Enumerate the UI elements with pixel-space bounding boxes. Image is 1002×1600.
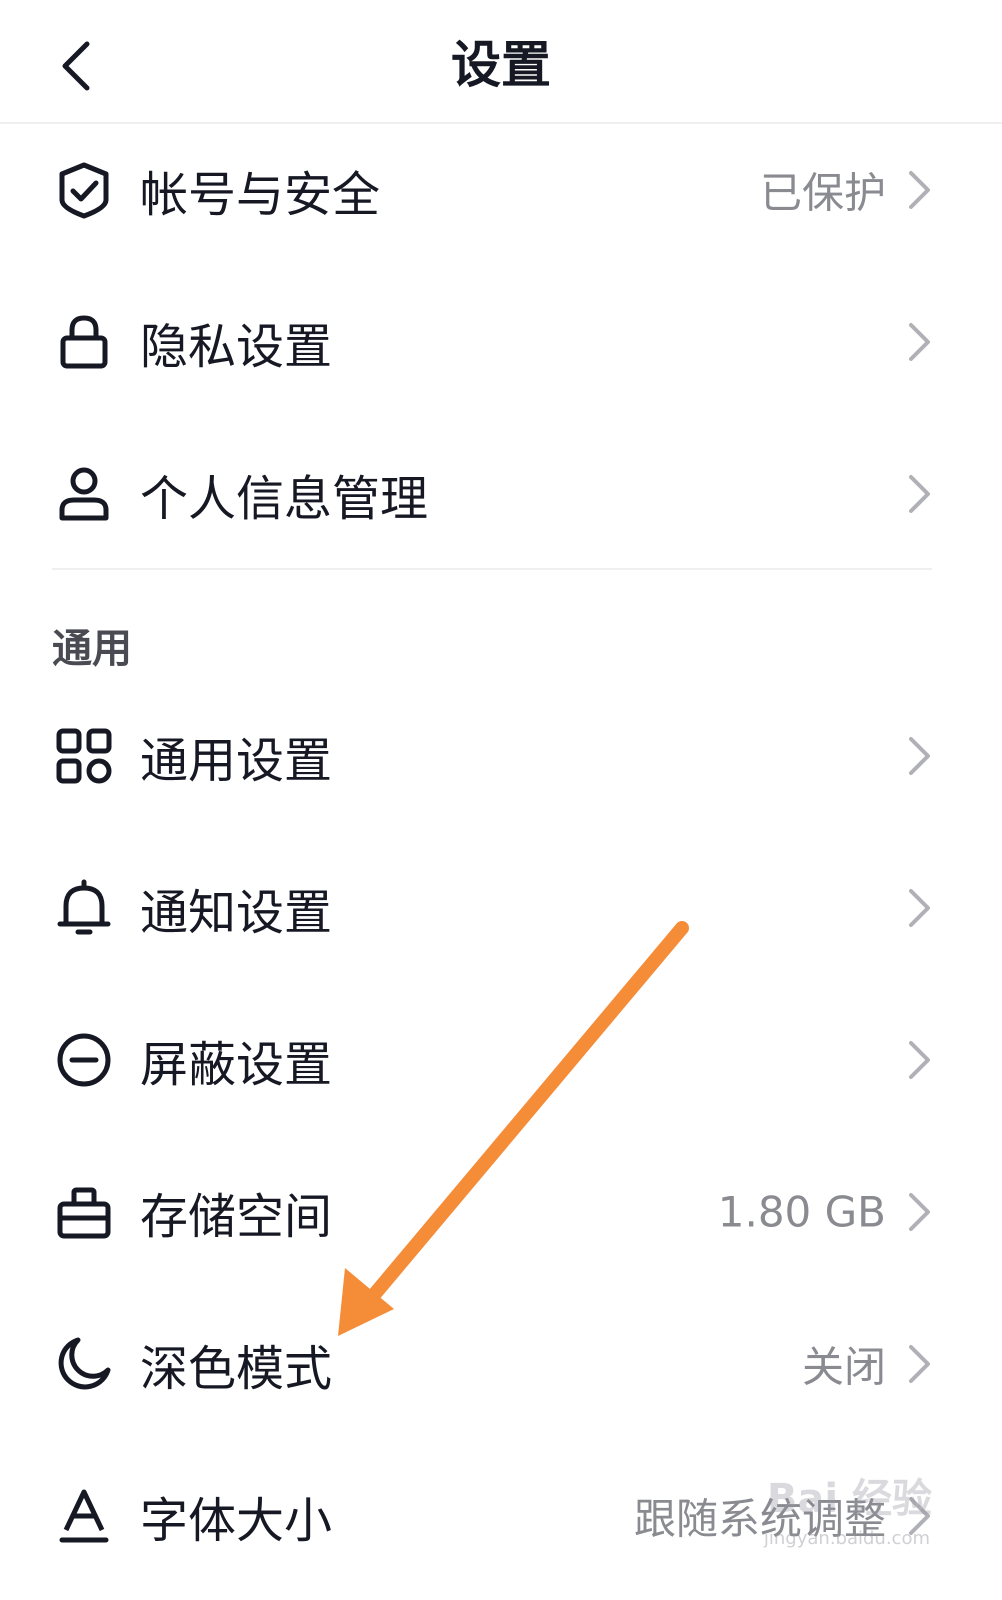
section-title-general: 通用: [52, 626, 132, 672]
storage-box-icon: [50, 1178, 118, 1246]
settings-row-account-security[interactable]: 帐号与安全 已保护: [0, 114, 1002, 266]
settings-row-privacy[interactable]: 隐私设置: [0, 266, 1002, 418]
row-label: 屏蔽设置: [140, 1037, 333, 1093]
moon-icon: [50, 1330, 118, 1398]
row-label: 通知设置: [140, 885, 333, 941]
settings-row-storage[interactable]: 存储空间 1.80 GB: [0, 1136, 1002, 1288]
page-title: 设置: [451, 36, 551, 94]
chevron-right-icon: [909, 323, 930, 361]
chevron-right-icon: [909, 889, 930, 927]
chevron-right-icon: [909, 475, 930, 513]
settings-row-blocked[interactable]: 屏蔽设置: [0, 984, 1002, 1136]
chevron-right-icon: [909, 1193, 930, 1231]
watermark-logo: Bai 经验: [766, 1476, 932, 1522]
settings-row-notifications[interactable]: 通知设置: [0, 832, 1002, 984]
row-label: 个人信息管理: [140, 471, 429, 527]
settings-row-personal-info[interactable]: 个人信息管理: [0, 418, 1002, 570]
settings-row-general[interactable]: 通用设置: [0, 680, 1002, 832]
row-label: 存储空间: [140, 1189, 333, 1245]
row-value: 已保护: [759, 168, 886, 218]
lock-icon: [50, 308, 118, 376]
header-bar: 设置: [0, 0, 1002, 124]
row-value: 关闭: [801, 1342, 886, 1392]
grid-icon: [50, 722, 118, 790]
chevron-right-icon: [909, 1041, 930, 1079]
chevron-right-icon: [909, 1345, 930, 1383]
shield-check-icon: [50, 156, 118, 224]
section-divider: [52, 568, 932, 570]
bell-icon: [50, 874, 118, 942]
row-label: 帐号与安全: [140, 167, 381, 223]
row-label: 通用设置: [140, 733, 333, 789]
minus-circle-icon: [50, 1026, 118, 1094]
watermark-url: jingyan.baidu.com: [763, 1528, 930, 1549]
person-icon: [50, 460, 118, 528]
row-value: 1.80 GB: [717, 1187, 886, 1237]
row-label: 字体大小: [140, 1493, 333, 1549]
font-size-icon: [50, 1482, 118, 1550]
chevron-right-icon: [909, 171, 930, 209]
chevron-right-icon: [909, 737, 930, 775]
row-label: 隐私设置: [140, 319, 333, 375]
row-label: 深色模式: [140, 1341, 333, 1397]
settings-row-dark-mode[interactable]: 深色模式 关闭: [0, 1288, 1002, 1440]
